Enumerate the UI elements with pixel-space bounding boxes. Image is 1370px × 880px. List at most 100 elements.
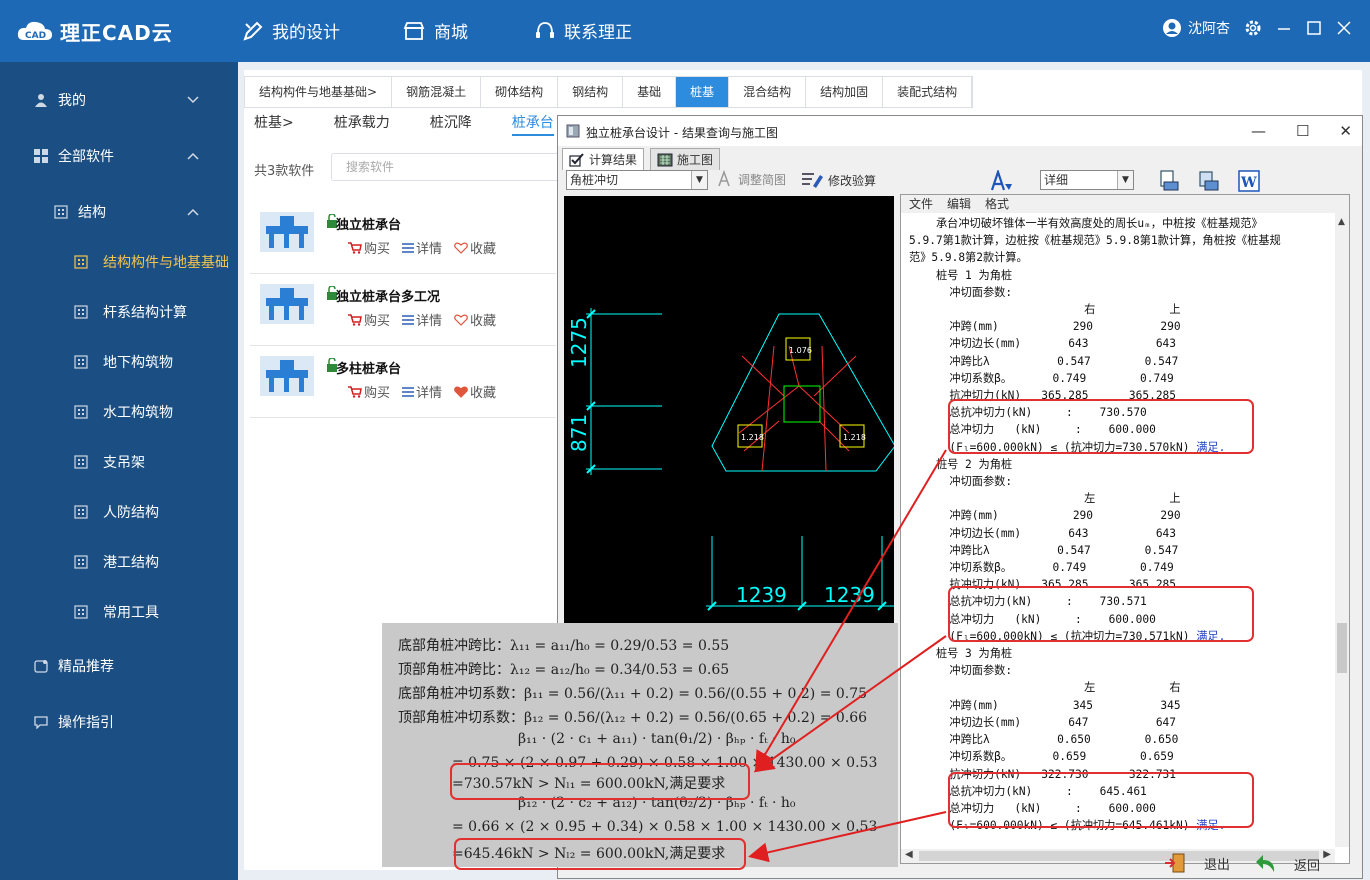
gear-icon[interactable] [1244, 19, 1262, 37]
buy-button[interactable]: 购买 [348, 310, 390, 329]
nav-my-design[interactable]: 我的设计 [242, 18, 340, 43]
nav-shop[interactable]: 商城 [402, 18, 468, 43]
back-button[interactable]: 返回 [1254, 852, 1320, 876]
close-icon[interactable] [1336, 20, 1352, 36]
tab-drawing[interactable]: 施工图 [650, 148, 721, 170]
dialog-toolbar: 角桩冲切 ▼ 调整简图 修改验算 详细 ▼ W [558, 170, 1362, 194]
buy-button[interactable]: 购买 [348, 238, 390, 257]
favorite-button[interactable]: 收藏 [454, 238, 496, 257]
sidebar-subitem[interactable]: 人防结构 [0, 490, 238, 534]
building-icon [74, 605, 88, 619]
sidebar-subitem[interactable]: 常用工具 [0, 590, 238, 634]
search-input[interactable]: 搜索软件 [331, 153, 561, 181]
scroll-left-icon[interactable]: ◀ [905, 849, 913, 860]
tab-category[interactable]: 砌体结构 [481, 77, 559, 107]
tab-category[interactable]: 基础 [623, 77, 677, 107]
adjust-diagram-button[interactable]: 调整简图 [716, 170, 786, 188]
tab-category[interactable]: 钢筋混凝土 [392, 77, 482, 107]
vertical-scrollbar[interactable]: ▲ [1335, 213, 1349, 847]
tab-sub[interactable]: 桩承载力 [334, 112, 390, 136]
tab-results[interactable]: 计算结果 [562, 148, 645, 170]
cad-drawing-canvas[interactable]: 1.076 1.218 1.218 1275 871 1239 1239 [564, 196, 894, 626]
sidebar-item-guide[interactable]: 操作指引 [0, 700, 238, 744]
highlight-pile-2 [948, 586, 1254, 642]
sidebar-item-recommend[interactable]: 精品推荐 [0, 644, 238, 688]
highlight-pile-3 [948, 772, 1254, 828]
detail-level-select[interactable]: 详细 ▼ [1040, 170, 1134, 190]
chevron-up-icon [187, 152, 199, 160]
product-name[interactable]: 多柱桩承台 [336, 358, 401, 377]
menu-item[interactable]: 编辑 [947, 195, 971, 213]
scroll-up-icon[interactable]: ▲ [1338, 217, 1345, 227]
sidebar-subitem[interactable]: 水工构筑物 [0, 390, 238, 434]
menu-item[interactable]: 文件 [909, 195, 933, 213]
report-line: 冲跨比λ 0.547 0.547 [909, 354, 1179, 368]
detail-button[interactable]: 详情 [402, 238, 442, 257]
sidebar-item-structure[interactable]: 结构 [0, 190, 238, 234]
product-name[interactable]: 独立桩承台多工况 [336, 286, 440, 305]
cad-drawing: 1.076 1.218 1.218 1275 871 1239 1239 [567, 308, 894, 611]
svg-text:W: W [1240, 175, 1257, 191]
sidebar-subitem[interactable]: 地下构筑物 [0, 340, 238, 384]
product-name[interactable]: 独立桩承台 [336, 214, 401, 233]
tab-sub[interactable]: 桩沉降 [430, 112, 472, 136]
print-preview-icon[interactable] [1158, 170, 1180, 192]
nav-contact[interactable]: 联系理正 [534, 18, 632, 43]
dialog-close-icon[interactable]: ✕ [1339, 122, 1352, 140]
detail-label: 详情 [416, 314, 443, 329]
word-export-icon[interactable]: W [1238, 170, 1260, 192]
sidebar-subitem[interactable]: 杆系结构计算 [0, 290, 238, 334]
app-logo: CAD 理正CAD云 [16, 16, 173, 46]
tab-category[interactable]: 混合结构 [729, 77, 807, 107]
tab-category[interactable]: 装配式结构 [883, 77, 973, 107]
sidebar-subitem[interactable]: 支吊架 [0, 440, 238, 484]
menu-item[interactable]: 格式 [985, 195, 1009, 213]
favorite-button[interactable]: 收藏 [454, 310, 496, 329]
print-icon[interactable] [1198, 170, 1220, 192]
detail-button[interactable]: 详情 [402, 310, 442, 329]
buy-label: 购买 [364, 386, 391, 401]
product-card[interactable]: 独立桩承台购买 详情 收藏 [250, 202, 556, 274]
tab-category[interactable]: 钢结构 [558, 77, 624, 107]
sidebar-item-me[interactable]: 我的 [0, 78, 238, 122]
tab-category[interactable]: 结构构件与地基基础> [245, 77, 393, 107]
result-text-pane[interactable]: 文件 编辑 格式 承台冲切破坏锥体一半有效高度处的周长uₘ，中桩按《桩基规范》 5.9… [900, 194, 1350, 864]
user-profile[interactable]: 沈阿杏 [1162, 18, 1230, 38]
grid-icon [34, 149, 48, 163]
font-icon[interactable] [990, 170, 1014, 192]
detail-button[interactable]: 详情 [402, 382, 442, 401]
scroll-thumb[interactable] [1337, 623, 1347, 673]
tab-category[interactable]: 结构加固 [806, 77, 884, 107]
sidebar-item-all-software[interactable]: 全部软件 [0, 134, 238, 178]
dialog-minimize-icon[interactable]: — [1251, 122, 1266, 140]
tab-category[interactable]: 桩基 [676, 77, 730, 107]
sidebar-subitem[interactable]: 结构构件与地基基础 [0, 240, 238, 284]
user-avatar-icon [1163, 19, 1181, 37]
nav-contact-label: 联系理正 [564, 23, 632, 43]
tab-sub[interactable]: 桩承台 [511, 112, 554, 136]
detail-level-value: 详细 [1044, 173, 1069, 187]
exit-button[interactable]: 退出 [1164, 852, 1230, 874]
favorite-label: 收藏 [470, 242, 497, 257]
favorite-button[interactable]: 收藏 [454, 382, 496, 401]
report-line: 5.9.7第1款计算，边桩按《桩基规范》5.9.8第1款计算，角桩按《桩基规 [909, 234, 1281, 248]
buy-label: 购买 [364, 242, 391, 257]
tab-sub[interactable]: 桩基> [254, 112, 294, 136]
buy-button[interactable]: 购买 [348, 382, 390, 401]
check-type-select[interactable]: 角桩冲切 ▼ [566, 170, 708, 190]
dialog-maximize-icon[interactable]: ☐ [1296, 122, 1309, 140]
sidebar-subitem[interactable]: 港工结构 [0, 540, 238, 584]
product-card[interactable]: 多柱桩承台购买 详情 收藏 [250, 346, 556, 418]
text-menubar: 文件 编辑 格式 [901, 195, 1349, 213]
maximize-icon[interactable] [1306, 20, 1322, 36]
product-card[interactable]: 独立桩承台多工况购买 详情 收藏 [250, 274, 556, 346]
dialog-titlebar: 独立桩承台设计 - 结果查询与施工图 — ☐ ✕ [558, 116, 1362, 146]
cart-icon [348, 313, 362, 326]
sidebar-label-me: 我的 [58, 93, 86, 109]
dim-bottom-right: 1239 [824, 583, 875, 607]
chevron-up-icon [187, 208, 199, 216]
minimize-icon[interactable] [1276, 20, 1292, 36]
modify-check-button[interactable]: 修改验算 [800, 170, 876, 190]
list-icon [402, 242, 415, 253]
favorite-label: 收藏 [470, 314, 497, 329]
